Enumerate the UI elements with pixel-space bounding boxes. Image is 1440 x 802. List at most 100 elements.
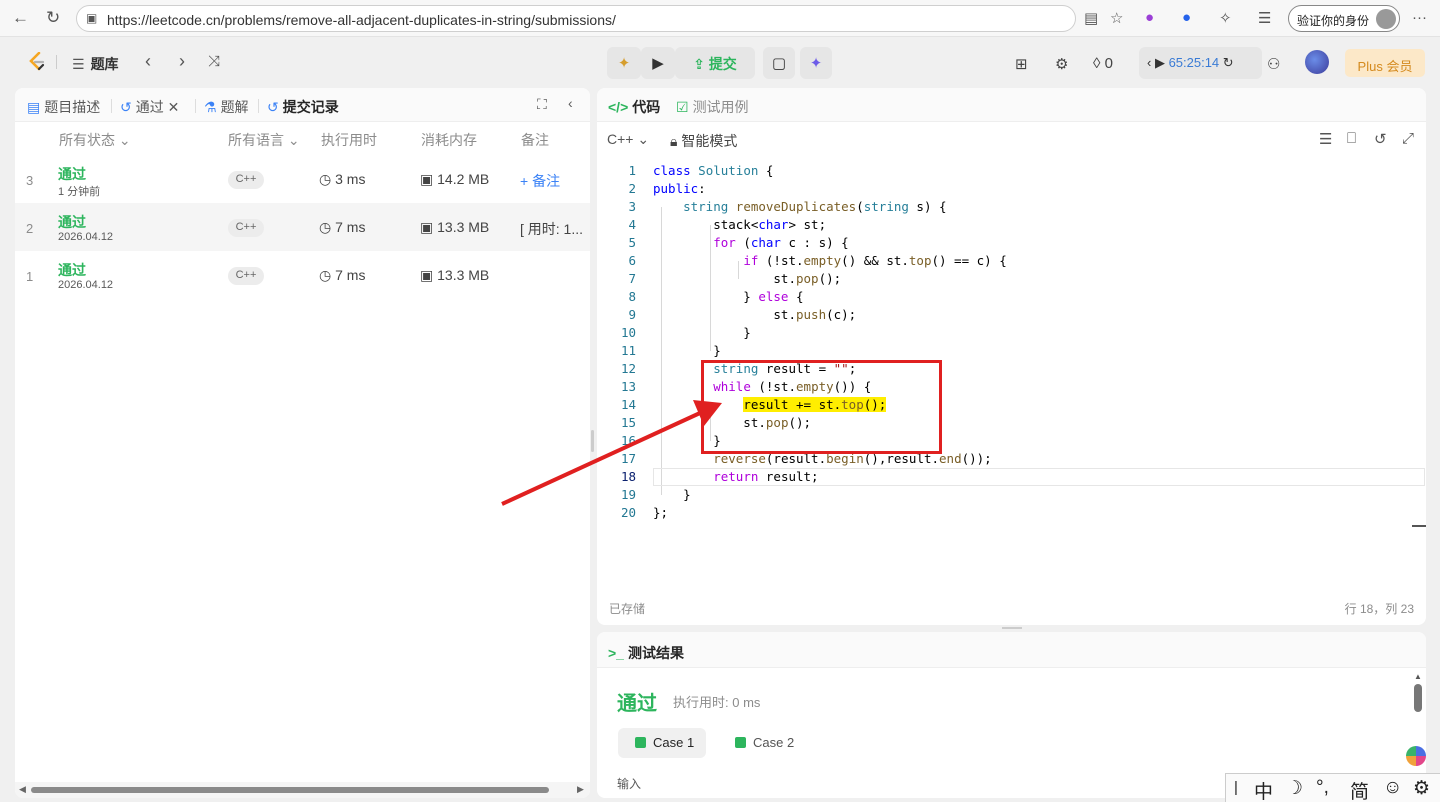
- row-status[interactable]: 通过: [58, 164, 86, 184]
- test-result-title[interactable]: >_ 测试结果: [608, 643, 684, 663]
- reset-icon[interactable]: ↺: [1374, 130, 1387, 148]
- reader-mode-icon[interactable]: ▤: [1084, 9, 1098, 27]
- row-status[interactable]: 通过: [58, 212, 86, 232]
- problem-bank-link[interactable]: ☰ 题库: [72, 54, 119, 74]
- line-number: 5: [628, 235, 636, 250]
- row-runtime: ◷ 7 ms: [319, 267, 365, 284]
- extension-messenger-icon[interactable]: ●: [1182, 9, 1191, 26]
- settings-gear-icon[interactable]: ⚙: [1055, 55, 1068, 73]
- row-index: 2: [26, 221, 34, 236]
- saved-status: 已存储: [609, 602, 646, 616]
- ime-moon-icon[interactable]: ☽: [1286, 777, 1303, 800]
- fullscreen-icon[interactable]: ⤢: [1402, 130, 1414, 147]
- code-text: }: [653, 343, 721, 358]
- expand-icon[interactable]: ⛶: [537, 96, 547, 113]
- panel-resize-handle[interactable]: [1002, 627, 1022, 629]
- smart-mode-label: 智能模式: [681, 133, 738, 149]
- address-bar[interactable]: ▣ https://leetcode.cn/problems/remove-al…: [76, 5, 1076, 32]
- extension-brain-icon[interactable]: ●: [1145, 9, 1154, 26]
- tab-testcase[interactable]: ☑ 测试用例: [676, 97, 749, 117]
- format-icon[interactable]: ☰: [1319, 130, 1332, 148]
- verify-identity-button[interactable]: 验证你的身份: [1288, 5, 1400, 32]
- table-row[interactable]: 3 通过 1 分钟前 C++ ◷ 3 ms ▣ 14.2 MB + 备注: [15, 155, 590, 203]
- line-number: 1: [628, 163, 636, 178]
- random-problem-icon[interactable]: ⤨: [208, 53, 220, 70]
- panel-resize-handle[interactable]: [591, 430, 594, 452]
- line-number: 10: [620, 325, 636, 340]
- smart-mode[interactable]: 🔒︎ 智能模式: [670, 131, 737, 151]
- add-collaborator-icon[interactable]: ⚇: [1267, 55, 1280, 73]
- ime-punctuation-toggle[interactable]: °,: [1316, 777, 1329, 799]
- layout-grid-icon[interactable]: ⊞: [1015, 55, 1028, 73]
- chip-icon: ▣: [420, 219, 438, 235]
- prev-problem-icon[interactable]: ‹: [145, 51, 151, 72]
- ime-emoji-icon[interactable]: ☺: [1383, 777, 1402, 799]
- language-filter[interactable]: 所有语言 ⌄: [228, 130, 300, 150]
- row-runtime-value: 7 ms: [335, 267, 366, 283]
- user-avatar[interactable]: [1305, 50, 1329, 74]
- reload-icon[interactable]: ↻: [46, 8, 60, 28]
- language-select[interactable]: C++ ⌄: [607, 131, 649, 148]
- leetcode-logo-icon[interactable]: [28, 52, 46, 72]
- code-line-current: 18 return result;: [597, 468, 1426, 486]
- notes-icon[interactable]: ▢: [763, 47, 795, 79]
- add-note-button[interactable]: + 备注: [520, 171, 560, 191]
- row-note[interactable]: [ 用时: 1...: [520, 219, 583, 239]
- site-info-icon[interactable]: ▣: [86, 11, 97, 25]
- row-memory: ▣ 13.3 MB: [420, 219, 489, 236]
- problem-bank-label: 题库: [90, 56, 119, 72]
- table-row[interactable]: 1 通过 2026.04.12 C++ ◷ 7 ms ▣ 13.3 MB: [15, 251, 590, 299]
- code-brackets-icon: </>: [608, 99, 629, 115]
- ime-script-toggle[interactable]: 简: [1350, 777, 1369, 802]
- scroll-thumb[interactable]: [1414, 684, 1422, 712]
- tab-description[interactable]: ▤ 题目描述: [27, 97, 100, 117]
- favorites-list-icon[interactable]: ☰: [1258, 9, 1271, 27]
- line-number: 2: [628, 181, 636, 196]
- debug-icon[interactable]: ✦: [607, 47, 641, 79]
- timer[interactable]: ‹ ▶ 65:25:14 ↻: [1139, 47, 1262, 79]
- streak-flame-icon[interactable]: ◊ 0: [1093, 55, 1113, 72]
- tab-divider: [111, 99, 112, 113]
- case-1-tab[interactable]: Case 1: [618, 728, 707, 758]
- tab-submissions[interactable]: ↺ 提交记录: [267, 97, 339, 117]
- submit-button[interactable]: ⇪ 提交: [675, 47, 755, 79]
- doc-icon: ▤: [27, 99, 41, 115]
- favorite-star-icon[interactable]: ☆: [1110, 9, 1123, 27]
- tab-solution[interactable]: ⚗ 题解: [204, 97, 249, 117]
- extensions-puzzle-icon[interactable]: ✧: [1219, 9, 1232, 27]
- code-text: if (!st.empty() && st.top() == c) {: [743, 253, 1007, 268]
- code-text: st.push(c);: [653, 307, 857, 322]
- nav-divider: [56, 55, 57, 69]
- back-icon[interactable]: ←: [12, 8, 29, 28]
- scroll-left-icon[interactable]: ◀: [19, 784, 26, 795]
- collapse-panel-icon[interactable]: ‹: [568, 95, 573, 111]
- code-text: return result;: [713, 469, 819, 484]
- ime-grip-icon[interactable]: |: [1234, 779, 1238, 796]
- status-filter[interactable]: 所有状态 ⌄: [59, 130, 131, 150]
- checkbox-icon: ☑: [676, 99, 689, 115]
- row-language-badge: C++: [228, 219, 264, 237]
- line-number: 18: [620, 469, 636, 484]
- close-tab-icon[interactable]: ✕: [168, 99, 180, 115]
- timer-reset-icon[interactable]: ↻: [1223, 55, 1234, 70]
- scroll-right-icon[interactable]: ▶: [577, 784, 584, 795]
- tab-passed[interactable]: ↺ 通过 ✕: [120, 97, 179, 117]
- case-2-tab[interactable]: Case 2: [718, 728, 806, 758]
- check-icon: [635, 737, 646, 748]
- ime-settings-gear-icon[interactable]: ⚙: [1413, 777, 1430, 800]
- row-status[interactable]: 通过: [58, 260, 86, 280]
- table-row[interactable]: 2 通过 2026.04.12 C++ ◷ 7 ms ▣ 13.3 MB [ 用…: [15, 203, 590, 251]
- ai-assistant-icon[interactable]: [1406, 746, 1426, 766]
- plus-member-button[interactable]: Plus 会员: [1345, 49, 1425, 77]
- more-menu-icon[interactable]: ···: [1412, 9, 1427, 26]
- next-problem-icon[interactable]: ›: [179, 51, 185, 72]
- line-number: 16: [620, 433, 636, 448]
- run-icon[interactable]: ▶: [641, 47, 675, 79]
- ai-sparkle-icon[interactable]: ✦: [800, 47, 832, 79]
- horizontal-scrollbar[interactable]: ◀ ▶: [15, 782, 590, 798]
- scroll-up-icon[interactable]: ▲: [1414, 672, 1422, 681]
- scroll-thumb[interactable]: [31, 787, 549, 793]
- tab-code[interactable]: </> 代码: [608, 97, 660, 117]
- bookmark-icon[interactable]: ⎕: [1347, 130, 1356, 147]
- ime-mode-toggle[interactable]: 中: [1254, 777, 1273, 802]
